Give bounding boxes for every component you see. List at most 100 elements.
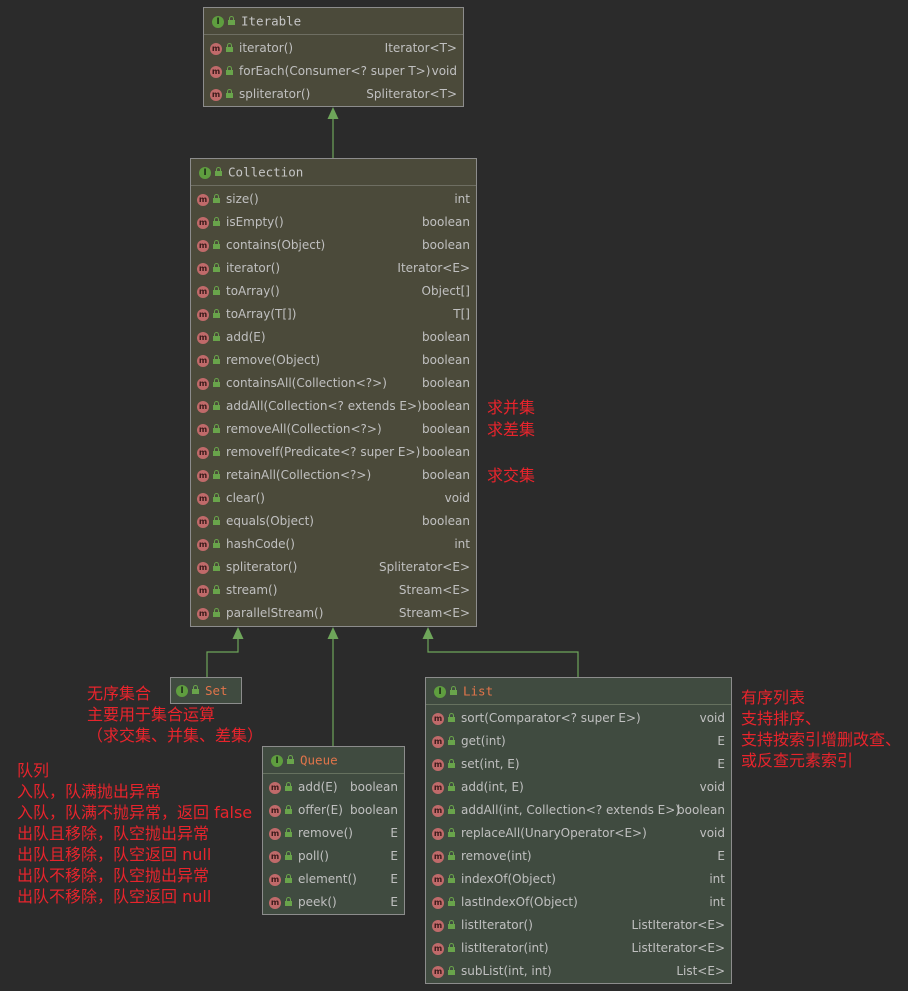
method-row[interactable]: m spliterator() Spliterator<E> (191, 556, 476, 579)
method-row[interactable]: m listIterator() ListIterator<E> (426, 914, 731, 937)
public-lock-icon (213, 585, 220, 594)
iterable-interface[interactable]: I Iterable m iterator() Iterator<T> m forEach… (203, 7, 464, 107)
method-row[interactable]: m peek() E (263, 891, 404, 914)
public-lock-icon (448, 897, 455, 906)
public-lock-icon (213, 286, 220, 295)
method-row[interactable]: m set(int, E) E (426, 753, 731, 776)
method-row[interactable]: m replaceAll(UnaryOperator<E>) void (426, 822, 731, 845)
method-row[interactable]: m add(E) boolean (263, 776, 404, 799)
public-lock-icon (285, 874, 292, 883)
method-name: listIterator() (461, 918, 533, 932)
method-return-type: boolean (422, 238, 470, 252)
method-row[interactable]: m parallelStream() Stream<E> (191, 602, 476, 625)
method-return-type: boolean (422, 422, 470, 436)
method-icon: m (432, 735, 444, 748)
method-name: size() (226, 192, 259, 206)
method-row[interactable]: m contains(Object) boolean (191, 234, 476, 257)
edge-list-collection (427, 638, 579, 677)
method-row[interactable]: m retainAll(Collection<?>) boolean (191, 464, 476, 487)
method-row[interactable]: m iterator() Iterator<T> (204, 37, 463, 60)
method-row[interactable]: m poll() E (263, 845, 404, 868)
method-name: spliterator() (226, 560, 298, 574)
public-lock-icon (285, 828, 292, 837)
note-difference: 求差集 (487, 420, 536, 439)
collection-interface[interactable]: I Collection m size() int m isEmpty() boolean m… (190, 158, 477, 627)
method-name: addAll(Collection<? extends E>) (226, 399, 422, 413)
method-list: m iterator() Iterator<T> m forEach(Consumer<… (204, 35, 463, 106)
method-name: clear() (226, 491, 265, 505)
method-name: replaceAll(UnaryOperator<E>) (461, 826, 647, 840)
method-row[interactable]: m spliterator() Spliterator<T> (204, 83, 463, 106)
public-lock-icon (448, 966, 455, 975)
method-row[interactable]: m element() E (263, 868, 404, 891)
method-return-type: Stream<E> (398, 583, 470, 597)
method-row[interactable]: m add(E) boolean (191, 326, 476, 349)
method-row[interactable]: m removeIf(Predicate<? super E>) boolean (191, 441, 476, 464)
method-icon: m (197, 216, 209, 229)
method-row[interactable]: m toArray(T[]) T[] (191, 303, 476, 326)
method-row[interactable]: m listIterator(int) ListIterator<E> (426, 937, 731, 960)
method-return-type: int (709, 895, 725, 909)
method-icon: m (197, 561, 209, 574)
method-row[interactable]: m removeAll(Collection<?>) boolean (191, 418, 476, 441)
method-icon: m (197, 308, 209, 321)
method-row[interactable]: m addAll(Collection<? extends E>) boolean (191, 395, 476, 418)
method-row[interactable]: m lastIndexOf(Object) int (426, 891, 731, 914)
method-row[interactable]: m toArray() Object[] (191, 280, 476, 303)
method-icon: m (432, 942, 444, 955)
method-row[interactable]: m iterator() Iterator<E> (191, 257, 476, 280)
method-row[interactable]: m indexOf(Object) int (426, 868, 731, 891)
method-name: indexOf(Object) (461, 872, 556, 886)
arrowhead-collection-queue (327, 627, 339, 639)
method-row[interactable]: m size() int (191, 188, 476, 211)
public-lock-icon (448, 759, 455, 768)
method-name: listIterator(int) (461, 941, 549, 955)
method-icon: m (432, 712, 444, 725)
method-name: get(int) (461, 734, 506, 748)
method-icon: m (432, 758, 444, 771)
method-row[interactable]: m forEach(Consumer<? super T>) void (204, 60, 463, 83)
method-icon: m (269, 781, 281, 794)
method-return-type: E (390, 872, 398, 886)
method-row[interactable]: m sort(Comparator<? super E>) void (426, 707, 731, 730)
method-name: subList(int, int) (461, 964, 552, 978)
method-icon: m (197, 446, 209, 459)
method-return-type: boolean (422, 445, 470, 459)
method-icon: m (210, 88, 222, 101)
method-row[interactable]: m isEmpty() boolean (191, 211, 476, 234)
method-row[interactable]: m clear() void (191, 487, 476, 510)
method-return-type: T[] (453, 307, 470, 321)
method-row[interactable]: m remove() E (263, 822, 404, 845)
method-row[interactable]: m offer(E) boolean (263, 799, 404, 822)
method-row[interactable]: m addAll(int, Collection<? extends E>) boo… (426, 799, 731, 822)
public-lock-icon (285, 851, 292, 860)
method-row[interactable]: m subList(int, int) List<E> (426, 960, 731, 983)
public-lock-icon (213, 608, 220, 617)
method-row[interactable]: m remove(Object) boolean (191, 349, 476, 372)
public-lock-icon (448, 920, 455, 929)
method-name: set(int, E) (461, 757, 520, 771)
method-row[interactable]: m remove(int) E (426, 845, 731, 868)
method-row[interactable]: m add(int, E) void (426, 776, 731, 799)
method-return-type: Spliterator<E> (379, 560, 470, 574)
method-list: m add(E) boolean m offer(E) boolean m remove() E… (263, 774, 404, 914)
list-interface[interactable]: I List m sort(Comparator<? super E>) void m g… (425, 677, 732, 984)
method-name: remove(int) (461, 849, 532, 863)
queue-interface[interactable]: I Queue m add(E) boolean m offer(E) boolean m re… (262, 746, 405, 915)
method-name: toArray() (226, 284, 280, 298)
public-lock-icon (213, 516, 220, 525)
method-icon: m (432, 873, 444, 886)
method-row[interactable]: m get(int) E (426, 730, 731, 753)
method-row[interactable]: m equals(Object) boolean (191, 510, 476, 533)
method-row[interactable]: m hashCode() int (191, 533, 476, 556)
method-return-type: E (390, 849, 398, 863)
method-row[interactable]: m stream() Stream<E> (191, 579, 476, 602)
method-icon: m (197, 400, 209, 413)
public-lock-icon (213, 378, 220, 387)
public-lock-icon (213, 562, 220, 571)
method-icon: m (210, 65, 222, 78)
method-return-type: boolean (422, 399, 470, 413)
method-name: stream() (226, 583, 278, 597)
method-row[interactable]: m containsAll(Collection<?>) boolean (191, 372, 476, 395)
interface-header: I Iterable (204, 8, 463, 35)
